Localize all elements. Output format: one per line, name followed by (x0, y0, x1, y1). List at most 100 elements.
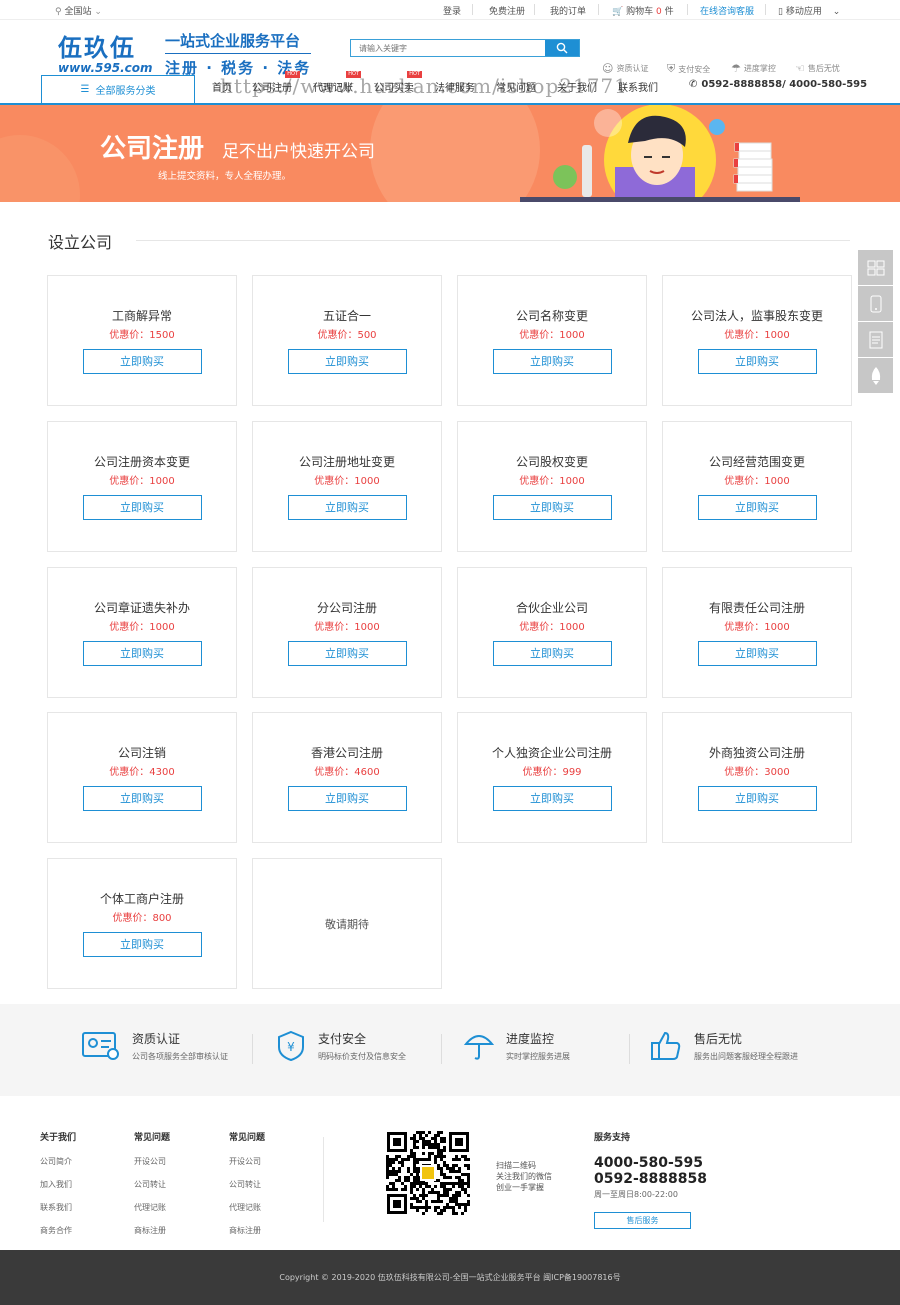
footer-link[interactable]: 加入我们 (40, 1179, 76, 1190)
footer-link[interactable]: 商务合作 (40, 1225, 76, 1236)
search-input[interactable] (351, 40, 545, 56)
product-name: 公司注销 (117, 745, 166, 760)
location-selector[interactable]: ⚲ 全国站 ⌄ (55, 4, 102, 17)
svg-text:¥: ¥ (287, 1040, 295, 1054)
nav-item-faq[interactable]: 常见问题 (496, 79, 536, 94)
search-icon (556, 42, 568, 54)
nav-item-home[interactable]: 首页 (212, 79, 232, 94)
assurance-label: 资质认证 (616, 64, 649, 73)
product-name: 香港公司注册 (310, 745, 383, 760)
phone-icon: ▯ (778, 7, 783, 17)
footer-col-head: 常见问题 (134, 1133, 171, 1143)
buy-now-button[interactable]: 立即购买 (287, 348, 407, 374)
buy-now-button[interactable]: 立即购买 (287, 785, 407, 811)
buy-now-button[interactable]: 立即购买 (287, 494, 407, 520)
buy-now-button[interactable]: 立即购买 (697, 640, 817, 666)
orders-link[interactable]: 我的订单 (550, 4, 586, 17)
footer-link[interactable]: 代理记账 (134, 1202, 170, 1213)
nav-item-bookkeeping[interactable]: 代理记账 HOT (313, 71, 361, 94)
id-card-icon (82, 1032, 119, 1060)
after-sale-button[interactable]: 售后服务 (594, 1212, 691, 1229)
footer-link[interactable]: 商标注册 (229, 1225, 265, 1236)
side-toolbar-menu[interactable] (858, 250, 893, 285)
footer-col-about: 关于我们 公司简介 加入我们 联系我们 商务合作 (40, 1130, 76, 1248)
grid-icon (867, 260, 884, 275)
nav-item-company-trade[interactable]: 公司买卖 HOT (374, 71, 422, 94)
price-value: 3000 (764, 766, 790, 778)
feature-title: 支付安全 (318, 1032, 367, 1046)
buy-now-button[interactable]: 立即购买 (82, 640, 202, 666)
divider (687, 4, 688, 15)
buy-now-button[interactable]: 立即购买 (697, 348, 817, 374)
hot-badge: HOT (407, 71, 422, 78)
assurance-label: 售后无忧 (807, 64, 840, 73)
buy-now-button[interactable]: 立即购买 (492, 785, 612, 811)
footer-link[interactable]: 开设公司 (229, 1156, 265, 1167)
product-card: 公司股权变更 优惠价：1000 立即购买 (457, 421, 647, 552)
logo[interactable]: 伍玖伍 www.595.com (58, 28, 153, 75)
feature-desc: 服务出问题客服经理全程跟进 (694, 1052, 798, 1061)
footer-col-faq: 常见问题 开设公司 公司转让 代理记账 商标注册 (134, 1130, 170, 1248)
banner-subtitle: 足不出户快速开公司 (222, 142, 375, 162)
footer-link[interactable]: 代理记账 (229, 1202, 265, 1213)
buy-now-button[interactable]: 立即购买 (697, 785, 817, 811)
all-categories-button[interactable]: ☰ 全部服务分类 (41, 75, 195, 103)
product-card: 工商解异常 优惠价：1500 立即购买 (47, 275, 237, 406)
buy-now-button[interactable]: 立即购买 (82, 931, 202, 957)
product-card: 合伙企业公司 优惠价：1000 立即购买 (457, 567, 647, 698)
buy-now-button[interactable]: 立即购买 (492, 348, 612, 374)
product-name: 五证合一 (322, 308, 371, 323)
back-to-top-button[interactable] (858, 358, 893, 393)
mobile-app-link[interactable]: ▯ 移动应用 ⌄ (778, 4, 840, 17)
buy-now-button[interactable]: 立即购买 (287, 640, 407, 666)
assurance-aftersale: ☜ 售后无忧 (795, 62, 840, 75)
footer-link[interactable]: 公司转让 (229, 1179, 265, 1190)
register-link[interactable]: 免费注册 (489, 4, 525, 17)
side-toolbar-mobile[interactable] (858, 286, 893, 321)
footer-link[interactable]: 联系我们 (40, 1202, 76, 1213)
footer-link[interactable]: 公司转让 (134, 1179, 170, 1190)
product-price: 优惠价：1000 (458, 326, 646, 341)
search-button[interactable] (545, 40, 579, 56)
footer-link[interactable]: 商标注册 (134, 1225, 170, 1236)
product-price: 优惠价：1000 (458, 618, 646, 633)
buy-now-button[interactable]: 立即购买 (492, 494, 612, 520)
nav-item-company-registration[interactable]: 公司注册 HOT (252, 71, 300, 94)
buy-now-button[interactable]: 立即购买 (82, 494, 202, 520)
nav-item-legal[interactable]: 法律服务 (435, 79, 475, 94)
nav-item-about[interactable]: 关于我们 (557, 79, 597, 94)
product-name: 公司股权变更 (515, 454, 588, 469)
nav-item-contact[interactable]: 联系我们 (618, 79, 658, 94)
mobile-icon (870, 295, 881, 312)
assurance-payment: ⛨ 支付安全 (667, 62, 710, 76)
buy-now-button[interactable]: 立即购买 (492, 640, 612, 666)
price-prefix: 优惠价： (724, 329, 765, 341)
product-price: 优惠价：1000 (253, 618, 441, 633)
login-link[interactable]: 登录 (443, 4, 461, 17)
buy-now-button[interactable]: 立即购买 (82, 785, 202, 811)
buy-now-button[interactable]: 立即购买 (697, 494, 817, 520)
product-card: 个体工商户注册 优惠价：800 立即购买 (47, 858, 237, 989)
side-toolbar-document[interactable] (858, 322, 893, 357)
price-prefix: 优惠价： (724, 621, 765, 633)
shield-yuan-icon: ¥ (278, 1030, 304, 1062)
footer-link[interactable]: 公司简介 (40, 1156, 76, 1167)
menu-icon: ☰ (80, 84, 90, 95)
buy-now-button[interactable]: 立即购买 (82, 348, 202, 374)
price-value: 800 (152, 912, 172, 924)
cart-link[interactable]: 🛒 购物车 0 件 (612, 4, 674, 17)
shield-icon: ⛨ (667, 62, 676, 75)
product-name: 公司章证遗失补办 (93, 600, 190, 615)
product-name: 公司经营范围变更 (708, 454, 805, 469)
footer-link[interactable]: 开设公司 (134, 1156, 170, 1167)
cart-label: 购物车 (626, 7, 654, 17)
product-name: 公司注册资本变更 (93, 454, 190, 469)
feature-item: ¥ 支付安全 明码标价支付及信息安全 (276, 1030, 406, 1062)
top-bar: ⚲ 全国站 ⌄ 登录 免费注册 我的订单 🛒 购物车 0 件 在线咨询客服 ▯ … (0, 0, 900, 20)
product-price: 优惠价：4600 (253, 763, 441, 778)
feature-title: 进度监控 (506, 1032, 555, 1046)
banner-decor-circle (0, 135, 80, 202)
consult-link[interactable]: 在线咨询客服 (700, 4, 754, 17)
price-prefix: 优惠价： (109, 475, 150, 487)
product-card: 外商独资公司注册 优惠价：3000 立即购买 (662, 712, 852, 843)
